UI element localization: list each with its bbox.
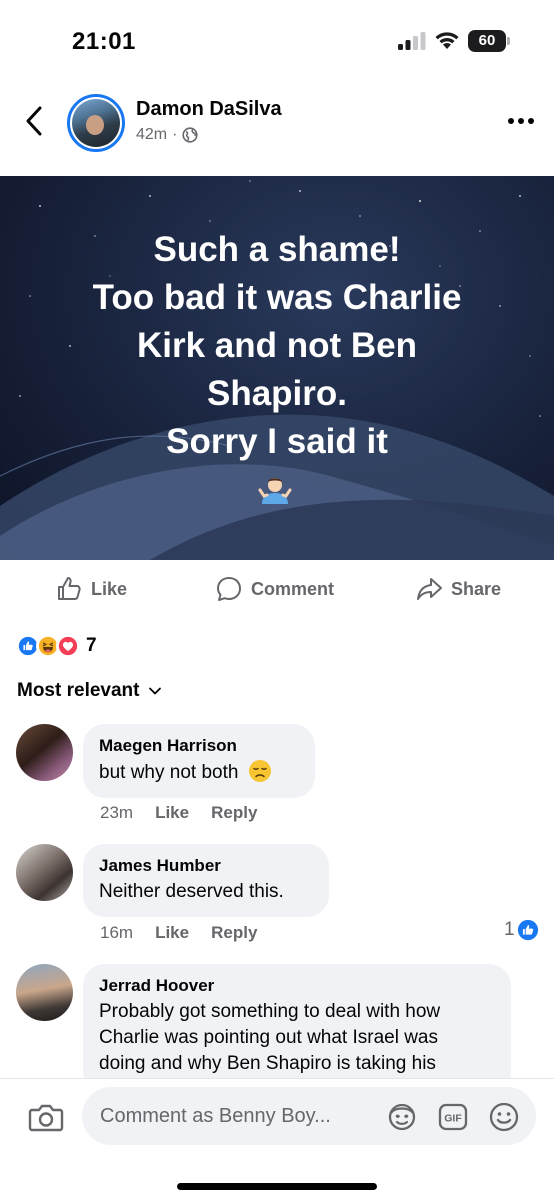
comment-label: Comment <box>251 578 335 599</box>
comment-bubble[interactable]: Jerrad Hoover Probably got something to … <box>83 964 511 1094</box>
author-avatar-image <box>72 99 120 147</box>
emoji-icon[interactable] <box>488 1101 520 1133</box>
battery-level: 60 <box>468 30 506 52</box>
person-shrugging-emoji <box>258 478 292 504</box>
comment-text-line: Charlie was pointing out what Israel was <box>99 1027 439 1048</box>
post-meta: 42m · <box>136 126 199 144</box>
comment-reply-button[interactable]: Reply <box>211 923 257 943</box>
post-text-line: Too bad it was Charlie <box>92 278 462 317</box>
home-indicator[interactable] <box>177 1183 377 1190</box>
commenter-avatar[interactable] <box>16 724 73 781</box>
author-avatar[interactable] <box>67 94 125 152</box>
comment-meta: 16m Like Reply <box>100 923 257 943</box>
chevron-down-icon <box>149 687 162 695</box>
comment-text: Neither deserved this. <box>99 881 284 902</box>
post-text-line: Shapiro. <box>206 374 348 413</box>
comment-bubble[interactable]: Maegen Harrison but why not both <box>83 724 315 798</box>
status-bar: 21:01 60 <box>0 0 554 80</box>
comment-text-content: but why not both <box>99 762 239 783</box>
battery-icon: 60 <box>468 30 510 52</box>
post-action-bar: Like Comment Share <box>0 566 554 612</box>
commenter-name[interactable]: James Humber <box>99 855 313 877</box>
share-button[interactable]: Share <box>415 574 501 604</box>
comment-like-count-value: 1 <box>504 919 515 940</box>
comment-bubble[interactable]: James Humber Neither deserved this. <box>83 844 329 917</box>
like-label: Like <box>91 578 128 599</box>
gif-icon[interactable]: GIF <box>437 1101 469 1133</box>
globe-icon <box>182 127 199 143</box>
cellular-signal-icon <box>398 32 426 50</box>
like-reaction-icon <box>517 919 538 941</box>
comment-composer: GIF <box>0 1078 554 1200</box>
camera-icon[interactable] <box>28 1101 64 1133</box>
comment-text: but why not both <box>99 759 299 786</box>
commenter-avatar[interactable] <box>16 844 73 901</box>
battery-tip <box>507 37 510 45</box>
author-name[interactable]: Damon DaSilva <box>136 98 282 121</box>
thumbs-up-icon <box>58 577 81 600</box>
commenter-name[interactable]: Maegen Harrison <box>99 735 299 757</box>
share-arrow-icon <box>417 578 442 600</box>
post-text-line: Kirk and not Ben <box>136 326 418 365</box>
wifi-icon <box>435 32 459 49</box>
like-button[interactable]: Like <box>55 574 127 604</box>
disappointed-face-emoji <box>248 760 271 782</box>
comment-like-count[interactable]: 1 <box>504 919 539 941</box>
comment-meta: 23m Like Reply <box>100 803 257 823</box>
comment-reply-button[interactable]: Reply <box>211 803 257 823</box>
status-time: 21:01 <box>72 28 136 55</box>
comment-text-line: Probably got something to deal with how <box>99 1001 441 1022</box>
speech-bubble-icon <box>217 577 241 601</box>
love-reaction-icon <box>56 634 80 658</box>
comment-time[interactable]: 23m <box>100 803 133 823</box>
comment-time[interactable]: 16m <box>100 923 133 943</box>
reaction-count: 7 <box>86 635 97 656</box>
post-header: Damon DaSilva 42m · <box>0 88 554 158</box>
post-time[interactable]: 42m <box>136 126 167 144</box>
comment-like-button[interactable]: Like <box>155 923 189 943</box>
comment-text-line: doing and why Ben Shapiro is taking his <box>99 1053 436 1074</box>
comment-sort-dropdown[interactable]: Most relevant <box>17 680 163 702</box>
meta-separator: · <box>172 126 178 143</box>
share-label: Share <box>451 578 502 599</box>
post-text-line: Such a shame! <box>153 230 401 269</box>
comment-button[interactable]: Comment <box>215 574 334 604</box>
sort-label: Most relevant <box>17 680 140 701</box>
post-image-text: Such a shame! Too bad it was Charlie Kir… <box>0 226 554 466</box>
comment-like-button[interactable]: Like <box>155 803 189 823</box>
reactions-summary[interactable]: 7 <box>16 634 97 658</box>
commenter-avatar[interactable] <box>16 964 73 1021</box>
commenter-name[interactable]: Jerrad Hoover <box>99 975 495 997</box>
comment-text: Probably got something to deal with how … <box>99 999 495 1077</box>
avatar-sticker-icon[interactable] <box>386 1101 418 1133</box>
svg-text:GIF: GIF <box>444 1113 462 1125</box>
post-text-line: Sorry I said it <box>166 422 388 461</box>
back-arrow-icon[interactable] <box>20 104 50 138</box>
more-options-icon[interactable] <box>506 116 536 126</box>
